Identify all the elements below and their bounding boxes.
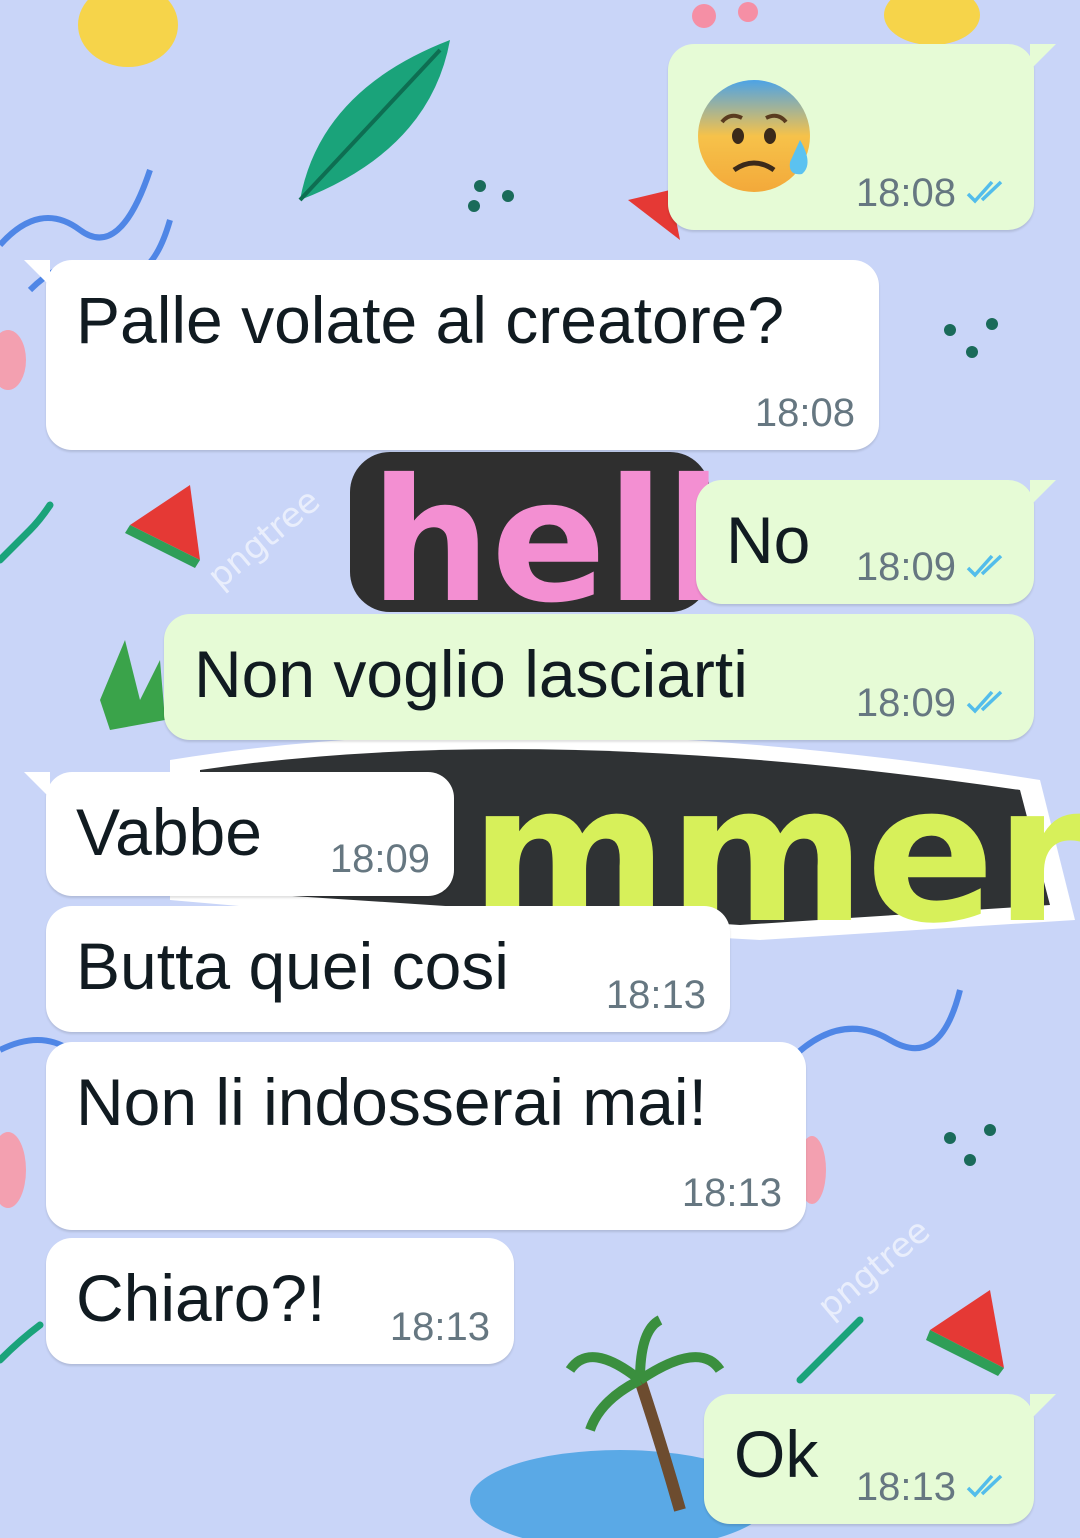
double-check-read-icon [966, 171, 1010, 216]
message-meta: 18:13 [390, 1305, 490, 1350]
message-time: 18:13 [389, 1305, 490, 1349]
message-time: 18:13 [681, 1171, 782, 1215]
bubble-tail [24, 772, 50, 798]
message-time: 18:09 [855, 545, 956, 589]
svg-text:hell: hell [370, 443, 723, 641]
bubble-tail [1030, 480, 1056, 506]
dot-decoration [692, 4, 716, 28]
message-text: No [726, 503, 811, 577]
message-text: Chiaro?! [76, 1261, 326, 1335]
anxious-face-with-sweat-icon [696, 78, 818, 201]
message-bubble-outgoing[interactable]: Ok 18:13 [704, 1394, 1056, 1524]
bubble-tail [1030, 1394, 1056, 1420]
double-check-read-icon [966, 545, 1010, 590]
message-time: 18:08 [855, 171, 956, 215]
message-meta: 18:09 [330, 837, 430, 882]
message-time: 18:09 [855, 681, 956, 725]
message-bubble-outgoing[interactable]: No 18:09 [696, 480, 1056, 604]
message-time: 18:09 [329, 837, 430, 881]
message-bubble-incoming[interactable]: Chiaro?! 18:13 [46, 1238, 514, 1364]
double-check-read-icon [966, 1465, 1010, 1510]
message-text: Ok [734, 1417, 819, 1491]
message-bubble-incoming[interactable]: Non li indosserai mai! 18:13 [46, 1042, 806, 1230]
message-meta: 18:13 [856, 1465, 1010, 1510]
message-time: 18:08 [754, 391, 855, 435]
message-time: 18:13 [855, 1465, 956, 1509]
message-meta: 18:08 [755, 391, 855, 436]
message-text: Butta quei cosi [76, 929, 509, 1003]
message-meta: 18:13 [606, 973, 706, 1018]
message-meta: 18:08 [856, 171, 1010, 216]
message-bubble-outgoing[interactable]: Non voglio lasciarti 18:09 [164, 614, 1034, 740]
message-bubble-outgoing[interactable]: 18:08 [668, 44, 1056, 230]
message-meta: 18:09 [856, 681, 1010, 726]
message-text: Palle volate al creatore? [76, 283, 785, 357]
message-meta: 18:09 [856, 545, 1010, 590]
message-text: Vabbe [76, 795, 262, 869]
bubble-tail [24, 260, 50, 286]
message-text: Non li indosserai mai! [76, 1065, 707, 1139]
message-bubble-incoming[interactable]: Butta quei cosi 18:13 [46, 906, 730, 1032]
message-text: Non voglio lasciarti [194, 637, 748, 711]
message-meta: 18:13 [682, 1171, 782, 1216]
message-bubble-incoming[interactable]: Vabbe 18:09 [24, 772, 454, 896]
message-time: 18:13 [605, 973, 706, 1017]
message-bubble-incoming[interactable]: Palle volate al creatore? 18:08 [24, 260, 879, 450]
double-check-read-icon [966, 681, 1010, 726]
bubble-tail [1030, 44, 1056, 70]
